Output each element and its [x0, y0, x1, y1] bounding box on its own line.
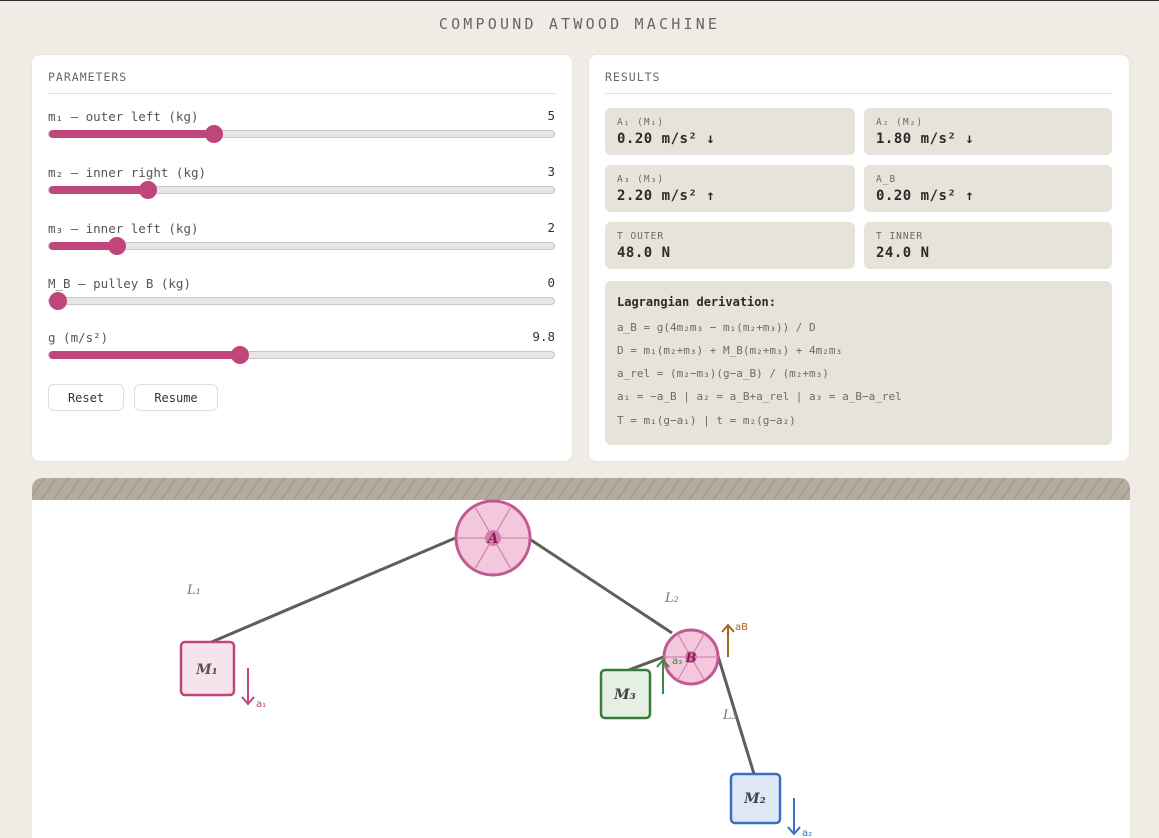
slider-gravity-thumb[interactable]	[231, 346, 249, 364]
slider-gravity-value: 9.8	[532, 329, 555, 344]
simulation-canvas: A B L₁ L₂ L₃ M₁ a₁ M₃ a₃ aB M₂ a₂	[32, 478, 1130, 838]
accel-a1-label: a₁	[256, 699, 266, 710]
slider-m1-value: 5	[547, 108, 555, 123]
result-card-a3-key: A₃ (M₃)	[617, 174, 665, 185]
slider-m3-thumb[interactable]	[108, 237, 126, 255]
slider-pulley-b-mass-label: M_B — pulley B (kg)	[48, 276, 191, 291]
slider-m3-fill	[49, 242, 117, 250]
result-card-ab-key: A_B	[876, 174, 897, 185]
slider-pulley-b-mass-track[interactable]	[48, 292, 555, 310]
mass-m2-label: M₂	[743, 791, 766, 807]
result-card-ab: A_B 0.20 m/s² ↑	[864, 165, 1112, 212]
rope-l1-label: L₁	[186, 583, 201, 598]
resume-button[interactable]: Resume	[134, 384, 218, 411]
slider-m2-fill	[49, 186, 148, 194]
slider-m3-label: m₃ — inner left (kg)	[48, 221, 199, 236]
accel-b-label: aB	[735, 622, 748, 633]
slider-m3-track[interactable]	[48, 237, 555, 255]
result-card-a2-key: A₂ (M₂)	[876, 117, 924, 128]
derivation-line: a₁ = −a_B | a₂ = a_B+a_rel | a₃ = a_B−a_…	[617, 390, 902, 403]
derivation-box: Lagrangian derivation: a_B = g(4m₂m₃ − m…	[605, 281, 1112, 445]
result-card-a2-value: 1.80 m/s² ↓	[876, 131, 975, 147]
result-card-tension-outer-key: T OUTER	[617, 231, 665, 242]
slider-m2-thumb[interactable]	[139, 181, 157, 199]
derivation-line: a_B = g(4m₂m₃ − m₁(m₂+m₃)) / D	[617, 321, 816, 334]
result-card-a2: A₂ (M₂) 1.80 m/s² ↓	[864, 108, 1112, 155]
slider-pulley-b-mass-thumb[interactable]	[49, 292, 67, 310]
derivation-line: T = m₁(g−a₁) | t = m₂(g−a₂)	[617, 414, 796, 427]
pulley-a-label: A	[486, 531, 499, 547]
slider-pulley-b-mass-value: 0	[547, 275, 555, 290]
slider-gravity-fill	[49, 351, 240, 359]
window-top-border	[0, 0, 1159, 1]
result-card-tension-inner-value: 24.0 N	[876, 245, 930, 261]
result-card-a3-value: 2.20 m/s² ↑	[617, 188, 716, 204]
derivation-line: D = m₁(m₂+m₃) + M_B(m₂+m₃) + 4m₂m₃	[617, 344, 843, 357]
slider-m1-thumb[interactable]	[205, 125, 223, 143]
mass-m1-label: M₁	[195, 662, 218, 678]
rope-l2	[527, 536, 673, 635]
slider-pulley-b-mass: M_B — pulley B (kg) 0	[48, 275, 555, 316]
slider-m2-value: 3	[547, 164, 555, 179]
parameters-panel: PARAMETERS m₁ — outer left (kg) 5 m₂ — i…	[32, 55, 572, 461]
pulley-b-label: B	[685, 651, 697, 666]
simulation-scene: A B L₁ L₂ L₃ M₁ a₁ M₃ a₃ aB M₂ a₂	[32, 478, 1130, 838]
result-card-a1: A₁ (M₁) 0.20 m/s² ↓	[605, 108, 855, 155]
results-heading: RESULTS	[605, 70, 1113, 94]
mass-m1: M₁	[179, 640, 236, 697]
result-card-a1-value: 0.20 m/s² ↓	[617, 131, 716, 147]
rope-l2-label: L₂	[664, 591, 679, 606]
reset-button[interactable]: Reset	[48, 384, 124, 411]
slider-m2-label: m₂ — inner right (kg)	[48, 165, 207, 180]
slider-m1-fill	[49, 130, 214, 138]
accel-a1-arrow-icon	[241, 668, 255, 706]
accel-a3-label: a₃	[672, 656, 682, 667]
rope-l1	[206, 534, 461, 646]
slider-gravity: g (m/s²) 9.8	[48, 329, 555, 370]
slider-gravity-track[interactable]	[48, 346, 555, 364]
derivation-heading: Lagrangian derivation:	[617, 295, 776, 309]
pulley-a: A	[454, 499, 532, 577]
parameters-heading: PARAMETERS	[48, 70, 556, 94]
accel-a3-arrow-icon	[656, 658, 670, 694]
slider-m1-track[interactable]	[48, 125, 555, 143]
result-card-ab-value: 0.20 m/s² ↑	[876, 188, 975, 204]
accel-a2-arrow-icon	[787, 798, 801, 836]
result-card-tension-inner-key: T INNER	[876, 231, 924, 242]
slider-m1: m₁ — outer left (kg) 5	[48, 108, 555, 149]
slider-gravity-label: g (m/s²)	[48, 330, 109, 345]
rope-l3-label: L₃	[722, 708, 737, 723]
result-card-a3: A₃ (M₃) 2.20 m/s² ↑	[605, 165, 855, 212]
results-panel: RESULTS A₁ (M₁) 0.20 m/s² ↓ A₂ (M₂) 1.80…	[589, 55, 1129, 461]
slider-m3: m₃ — inner left (kg) 2	[48, 220, 555, 261]
page-title: COMPOUND ATWOOD MACHINE	[438, 15, 721, 33]
mass-m2: M₂	[729, 772, 782, 825]
result-card-a1-key: A₁ (M₁)	[617, 117, 665, 128]
slider-m2: m₂ — inner right (kg) 3	[48, 164, 555, 205]
slider-m3-value: 2	[547, 220, 555, 235]
ceiling	[32, 478, 1130, 500]
derivation-line: a_rel = (m₂−m₃)(g−a_B) / (m₂+m₃)	[617, 367, 829, 380]
result-card-tension-inner: T INNER 24.0 N	[864, 222, 1112, 269]
slider-m1-label: m₁ — outer left (kg)	[48, 109, 199, 124]
result-card-tension-outer-value: 48.0 N	[617, 245, 671, 261]
result-card-tension-outer: T OUTER 48.0 N	[605, 222, 855, 269]
slider-m2-track[interactable]	[48, 181, 555, 199]
accel-a2-label: a₂	[802, 828, 812, 838]
mass-m3: M₃	[599, 668, 652, 720]
accel-b-arrow-icon	[721, 623, 735, 657]
mass-m3-label: M₃	[613, 687, 636, 703]
